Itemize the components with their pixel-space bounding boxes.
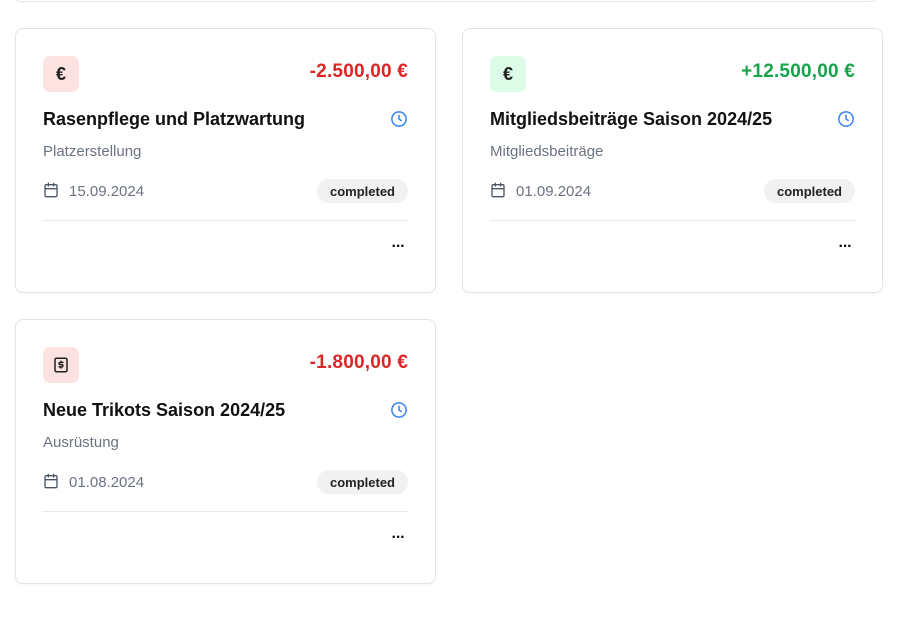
more-icon: ···: [391, 529, 406, 546]
divider: [43, 220, 408, 221]
transaction-card[interactable]: € +12.500,00 € Mitgliedsbeiträge Saison …: [462, 28, 883, 293]
previous-panel-edge: [14, 0, 878, 2]
transaction-amount: -1.800,00 €: [309, 352, 408, 373]
transaction-title: Neue Trikots Saison 2024/25: [43, 400, 286, 420]
euro-icon: €: [490, 56, 526, 92]
calendar-icon: [44, 473, 58, 489]
transaction-category: Ausrüstung: [43, 434, 119, 451]
euro-glyph: €: [55, 63, 66, 84]
calendar-icon: [44, 182, 58, 198]
transaction-date: 15.09.2024: [69, 183, 145, 200]
divider: [43, 511, 408, 512]
calendar-icon: [491, 182, 505, 198]
transaction-title: Mitgliedsbeiträge Saison 2024/25: [490, 109, 773, 129]
more-options-button[interactable]: ···: [388, 528, 408, 548]
receipt-glyph: [54, 357, 68, 373]
transaction-card[interactable]: € -2.500,00 € Rasenpflege und Platzwartu…: [15, 28, 436, 293]
transaction-amount: -2.500,00 €: [309, 61, 408, 82]
status-badge: completed: [316, 179, 408, 203]
clock-icon: [391, 111, 407, 127]
status-badge: completed: [316, 470, 408, 494]
more-options-button[interactable]: ···: [388, 237, 408, 257]
transaction-title: Rasenpflege und Platzwartung: [43, 109, 306, 129]
transaction-date: 01.09.2024: [516, 183, 592, 200]
euro-icon: €: [43, 56, 79, 92]
divider: [490, 220, 855, 221]
transaction-amount: +12.500,00 €: [741, 61, 855, 82]
clock-icon: [391, 402, 407, 418]
transaction-category: Platzerstellung: [43, 143, 142, 160]
euro-glyph: €: [502, 63, 513, 84]
receipt-dollar-icon: [43, 347, 79, 383]
more-icon: ···: [391, 238, 406, 255]
transaction-date: 01.08.2024: [69, 474, 145, 491]
transaction-category: Mitgliedsbeiträge: [490, 143, 604, 160]
more-icon: ···: [838, 238, 853, 255]
clock-icon: [838, 111, 854, 127]
more-options-button[interactable]: ···: [835, 237, 855, 257]
transaction-card[interactable]: -1.800,00 € Neue Trikots Saison 2024/25 …: [15, 319, 436, 584]
status-badge: completed: [763, 179, 855, 203]
